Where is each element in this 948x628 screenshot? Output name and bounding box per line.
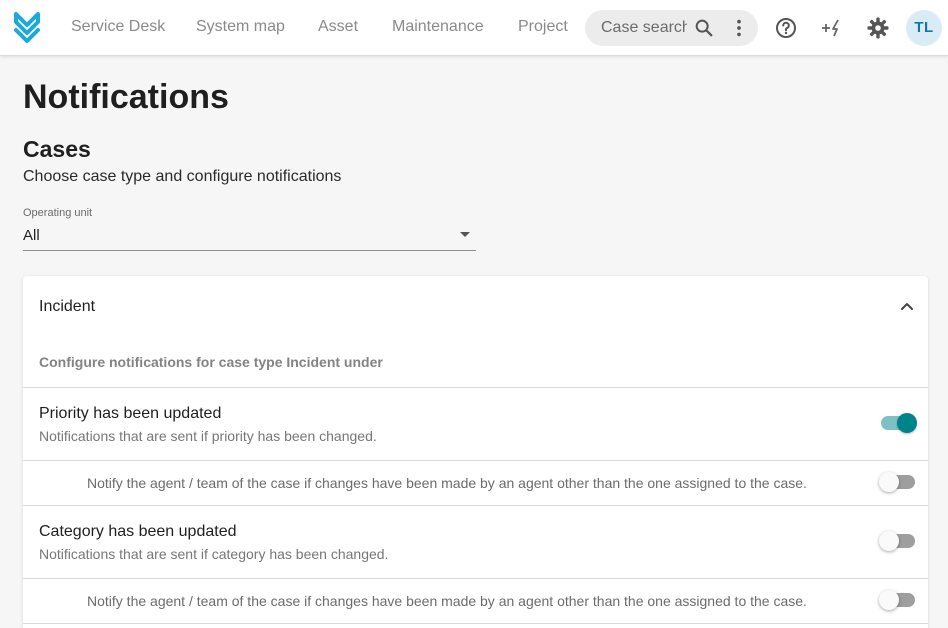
row-title: Priority has been updated bbox=[39, 405, 222, 422]
operating-unit-value[interactable]: All bbox=[23, 227, 40, 244]
top-app-bar: Service Desk System map Asset Maintenanc… bbox=[0, 0, 948, 56]
divider bbox=[23, 623, 928, 624]
case-search[interactable]: Case search bbox=[585, 10, 758, 46]
help-icon[interactable] bbox=[774, 16, 798, 40]
operating-unit-select[interactable]: Operating unit All bbox=[23, 204, 476, 251]
search-icon[interactable] bbox=[693, 17, 715, 39]
nav-service-desk[interactable]: Service Desk bbox=[71, 18, 165, 36]
app-logo[interactable] bbox=[12, 8, 42, 48]
section-title: Cases bbox=[23, 136, 91, 162]
case-search-input[interactable]: Case search bbox=[601, 19, 687, 37]
nav-system-map[interactable]: System map bbox=[196, 18, 285, 36]
category-notify-agent-toggle[interactable] bbox=[879, 589, 917, 611]
chevron-up-icon[interactable] bbox=[897, 296, 917, 316]
priority-updated-toggle[interactable] bbox=[879, 412, 917, 434]
incident-panel-description: Configure notifications for case type In… bbox=[39, 354, 383, 370]
section-subtitle: Choose case type and configure notificat… bbox=[23, 168, 342, 185]
operating-unit-label: Operating unit bbox=[23, 207, 93, 219]
nav-asset[interactable]: Asset bbox=[318, 18, 358, 36]
incident-panel-title: Incident bbox=[39, 298, 96, 315]
settings-icon[interactable] bbox=[866, 16, 890, 40]
incident-panel-header[interactable]: Incident bbox=[23, 276, 928, 336]
divider bbox=[23, 505, 928, 506]
more-vert-icon[interactable] bbox=[728, 17, 750, 39]
divider bbox=[23, 387, 928, 388]
row-description: Notifications that are sent if priority … bbox=[39, 428, 377, 444]
page-title: Notifications bbox=[23, 78, 229, 116]
row-description: Notifications that are sent if category … bbox=[39, 546, 389, 562]
priority-notify-agent-toggle[interactable] bbox=[879, 471, 917, 493]
divider bbox=[23, 460, 928, 461]
nav-project[interactable]: Project bbox=[518, 18, 568, 36]
subrow-text: Notify the agent / team of the case if c… bbox=[87, 475, 807, 491]
quick-action-icon[interactable] bbox=[820, 16, 844, 40]
user-avatar[interactable]: TL bbox=[906, 10, 942, 46]
divider bbox=[23, 578, 928, 579]
subrow-text: Notify the agent / team of the case if c… bbox=[87, 593, 807, 609]
category-updated-toggle[interactable] bbox=[879, 530, 917, 552]
nav-maintenance[interactable]: Maintenance bbox=[392, 18, 484, 36]
incident-panel: Incident Configure notifications for cas… bbox=[23, 276, 928, 628]
row-title: Category has been updated bbox=[39, 523, 237, 540]
dropdown-arrow-icon[interactable] bbox=[460, 232, 470, 237]
